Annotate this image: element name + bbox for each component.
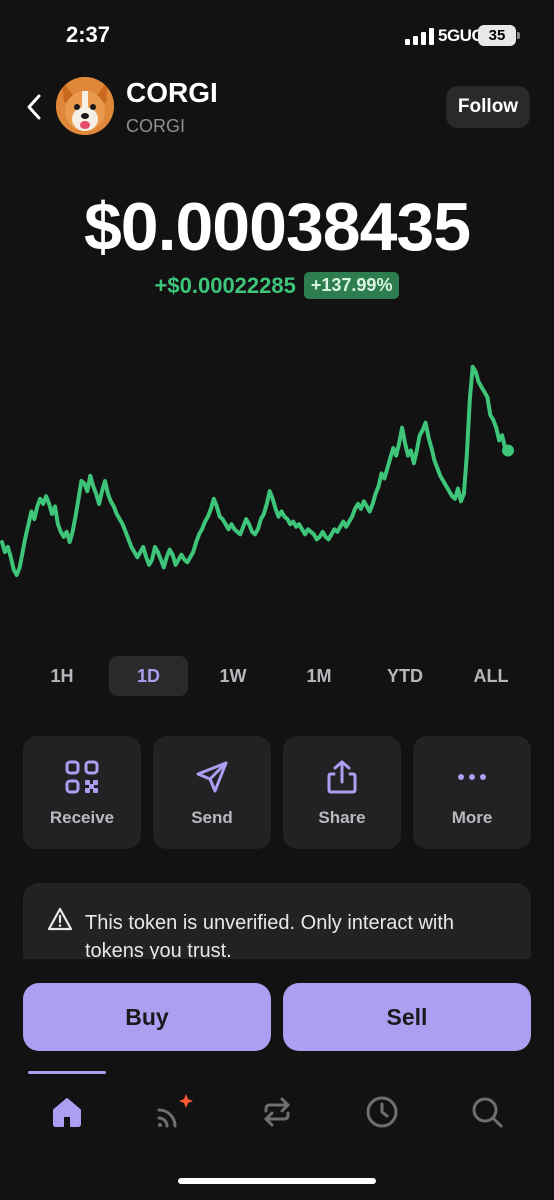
warning-triangle-icon <box>47 907 73 931</box>
warning-text: This token is unverified. Only interact … <box>85 912 455 959</box>
send-icon <box>196 761 228 793</box>
chevron-left-icon <box>27 94 41 120</box>
home-indicator <box>178 1178 376 1184</box>
tab-1h-label: 1H <box>50 665 74 686</box>
corgi-avatar <box>56 77 114 135</box>
network-label: 5GUC <box>438 26 484 45</box>
price-change-amount: +$0.00022285 <box>154 272 296 298</box>
battery-level: 35 <box>488 27 506 44</box>
token-name: CORGI <box>126 77 218 108</box>
buy-button[interactable]: Buy <box>23 983 271 1051</box>
tab-1w-label: 1W <box>219 665 247 686</box>
signal-icon <box>405 28 434 45</box>
feed-icon <box>157 1094 193 1128</box>
token-detail-screen: 2:37 5GUC 35 CORGI CORGI Follow $0.00038… <box>0 0 554 1200</box>
search-icon <box>472 1097 503 1128</box>
tab-ytd-label: YTD <box>387 665 423 686</box>
unverified-warning: This token is unverified. Only interact … <box>23 883 531 959</box>
follow-button[interactable]: Follow <box>446 86 530 128</box>
token-symbol: CORGI <box>126 116 186 136</box>
qr-code-icon <box>65 760 99 794</box>
nav-swap[interactable] <box>257 1092 297 1132</box>
receive-label: Receive <box>49 808 115 827</box>
more-button[interactable]: More <box>413 736 531 849</box>
swap-icon <box>264 1097 290 1127</box>
nav-history[interactable] <box>362 1092 402 1132</box>
tab-1m-label: 1M <box>306 665 332 686</box>
timeframe-tabs: 1H 1D 1W 1M YTD ALL <box>20 656 534 696</box>
price-change-row: +$0.00022285 +137.99% <box>0 272 554 299</box>
nav-search[interactable] <box>467 1092 507 1132</box>
action-cards: Receive Send Share More <box>23 736 531 849</box>
receive-button[interactable]: Receive <box>23 736 141 849</box>
tab-1h[interactable]: 1H <box>34 656 90 696</box>
share-icon <box>327 760 357 794</box>
more-dots-icon <box>458 774 486 780</box>
share-label: Share <box>318 808 366 827</box>
nav-active-indicator <box>28 1071 106 1074</box>
tab-1w[interactable]: 1W <box>205 656 261 696</box>
send-button[interactable]: Send <box>153 736 271 849</box>
price-change-percent: +137.99% <box>303 272 400 299</box>
token-avatar <box>56 77 114 135</box>
share-button[interactable]: Share <box>283 736 401 849</box>
nav-home[interactable] <box>47 1092 87 1132</box>
price-line <box>0 364 510 577</box>
status-time: 2:37 <box>66 22 111 47</box>
back-button[interactable] <box>24 92 46 122</box>
price-chart[interactable] <box>0 340 554 620</box>
sell-button[interactable]: Sell <box>283 983 531 1051</box>
send-label: Send <box>191 808 233 827</box>
home-icon <box>53 1098 81 1127</box>
token-price: $0.00038435 <box>83 189 471 265</box>
tab-all[interactable]: ALL <box>456 656 526 696</box>
tab-all-label: ALL <box>473 665 509 686</box>
tab-1d[interactable]: 1D <box>109 656 188 696</box>
more-label: More <box>451 808 493 827</box>
history-icon <box>366 1096 398 1128</box>
tab-1m[interactable]: 1M <box>291 656 347 696</box>
tab-ytd[interactable]: YTD <box>370 656 440 696</box>
current-price-marker <box>502 444 514 457</box>
tab-1d-label: 1D <box>136 665 160 686</box>
battery-icon: 35 <box>478 25 520 46</box>
nav-feed[interactable] <box>153 1092 193 1132</box>
